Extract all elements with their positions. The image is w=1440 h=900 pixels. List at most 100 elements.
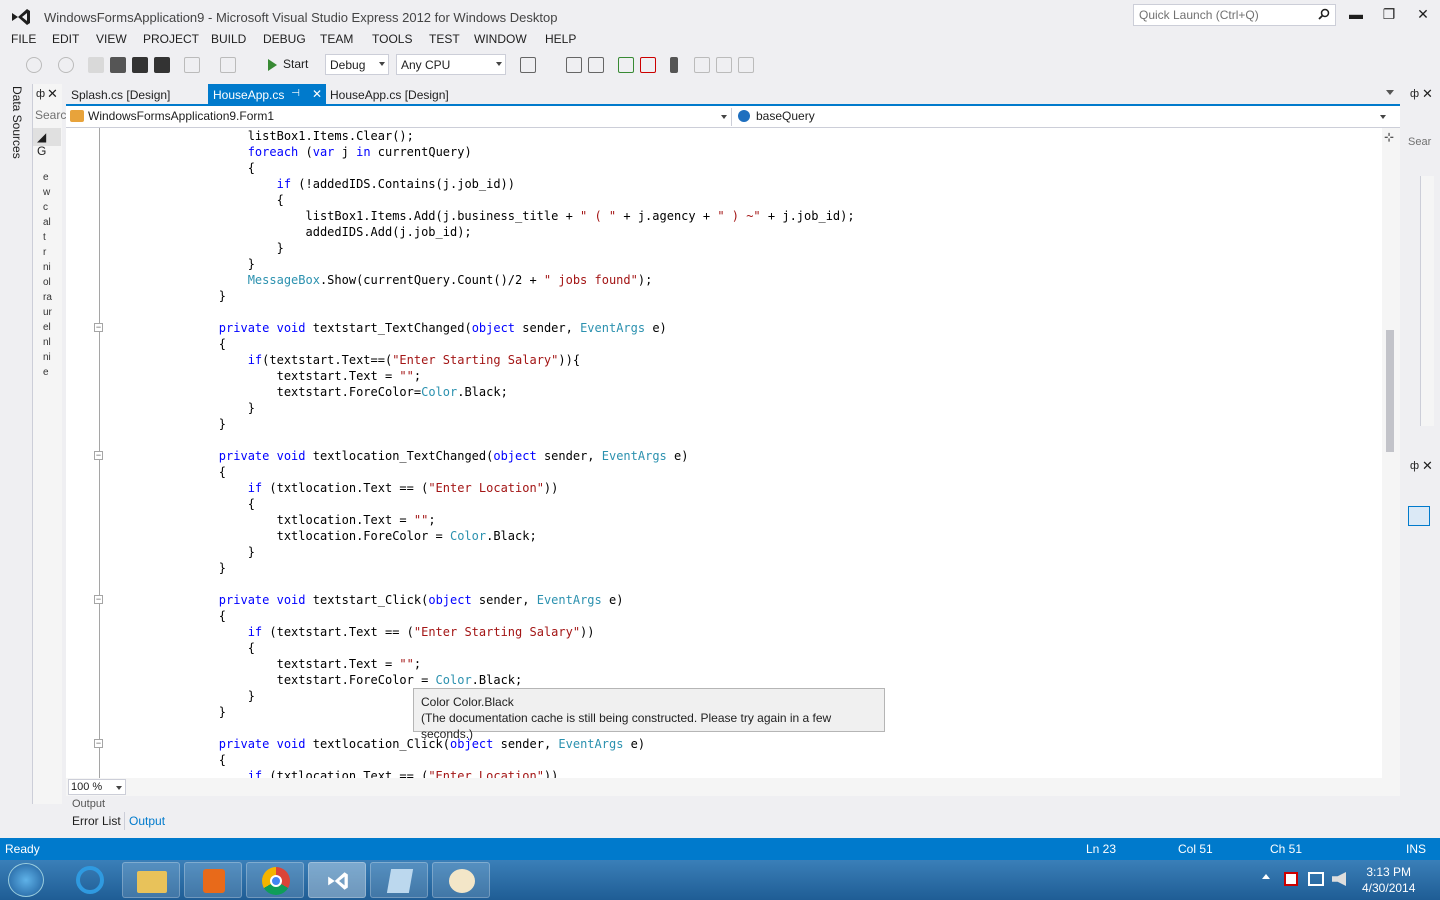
split-editor-icon[interactable]: ⊹ — [1384, 130, 1394, 144]
tab-houseapp-cs[interactable]: HouseApp.cs ⊣ ✕ — [208, 84, 326, 106]
status-ready: Ready — [5, 842, 40, 856]
list-item[interactable]: ra — [43, 290, 52, 305]
bottom-tool-tabs: Error List Output — [66, 812, 366, 832]
minimize-button[interactable]: ▬ — [1344, 6, 1368, 26]
navigate-back-icon[interactable] — [26, 57, 42, 73]
close-icon[interactable]: ✕ — [47, 86, 58, 102]
pin-icon[interactable]: ф — [1410, 88, 1419, 100]
menu-help[interactable]: HELP — [545, 32, 576, 46]
solution-platform-select[interactable]: Any CPU — [396, 54, 506, 75]
paint-icon[interactable] — [432, 862, 490, 898]
find-in-files-icon[interactable] — [520, 57, 536, 73]
solution-configuration-select[interactable]: Debug — [325, 54, 389, 75]
open-file-icon[interactable] — [110, 57, 126, 73]
list-item[interactable]: c — [43, 200, 52, 215]
bookmark-icon[interactable] — [670, 57, 678, 73]
quick-info-tooltip: Color Color.Black (The documentation cac… — [413, 688, 885, 741]
chevron-down-icon — [496, 62, 502, 66]
visual-studio-taskbar-icon[interactable] — [308, 862, 366, 898]
internet-explorer-icon[interactable] — [60, 862, 118, 898]
list-item[interactable]: w — [43, 185, 52, 200]
close-button[interactable]: ✕ — [1411, 6, 1435, 26]
tab-splash-design[interactable]: Splash.cs [Design] — [66, 84, 175, 106]
list-item[interactable]: ur — [43, 305, 52, 320]
vertical-scrollbar[interactable] — [1382, 128, 1400, 778]
list-item[interactable]: ni — [43, 350, 52, 365]
save-all-icon[interactable] — [154, 57, 170, 73]
undo-icon[interactable] — [184, 57, 200, 73]
list-item[interactable]: el — [43, 320, 52, 335]
navigate-forward-icon[interactable] — [58, 57, 74, 73]
clear-bookmarks-icon[interactable] — [738, 57, 754, 73]
start-icon[interactable] — [264, 57, 280, 73]
member-scope-select[interactable]: baseQuery — [734, 108, 1390, 126]
save-icon[interactable] — [132, 57, 148, 73]
list-item[interactable]: r — [43, 245, 52, 260]
list-item[interactable]: e — [43, 365, 52, 380]
step-into-icon[interactable] — [618, 57, 634, 73]
properties-icon[interactable] — [588, 57, 604, 73]
zoom-select[interactable]: 100 % — [68, 779, 126, 795]
new-project-icon[interactable] — [88, 57, 104, 73]
redo-icon[interactable] — [220, 57, 236, 73]
list-item[interactable]: ol — [43, 275, 52, 290]
menu-view[interactable]: VIEW — [96, 32, 127, 46]
menu-test[interactable]: TEST — [429, 32, 460, 46]
class-icon — [70, 110, 84, 122]
network-icon[interactable] — [1308, 872, 1324, 886]
start-orb-icon[interactable] — [8, 863, 44, 897]
properties-view-icon[interactable] — [1408, 506, 1430, 526]
collapse-icon[interactable]: − — [94, 739, 103, 748]
volume-icon[interactable] — [1332, 872, 1346, 886]
tab-error-list[interactable]: Error List — [68, 812, 125, 830]
collapse-icon[interactable]: − — [94, 451, 103, 460]
data-sources-search[interactable]: Searc — [35, 108, 66, 122]
close-tab-icon[interactable]: ✕ — [312, 87, 322, 101]
previous-bookmark-icon[interactable] — [694, 57, 710, 73]
collapse-icon[interactable]: − — [94, 595, 103, 604]
solution-explorer-icon[interactable] — [566, 57, 582, 73]
tab-overflow-icon[interactable] — [1386, 90, 1394, 95]
data-sources-tab[interactable]: Data Sources — [10, 86, 24, 159]
start-button[interactable]: Start — [283, 57, 308, 71]
vertical-scroll-thumb[interactable] — [1386, 330, 1394, 452]
notepad-icon[interactable] — [370, 862, 428, 898]
menu-tools[interactable]: TOOLS — [372, 32, 412, 46]
list-item[interactable]: ni — [43, 260, 52, 275]
list-item[interactable]: e — [43, 170, 52, 185]
close-icon[interactable]: ✕ — [1422, 458, 1433, 474]
close-icon[interactable]: ✕ — [1422, 86, 1433, 102]
code-editor[interactable]: − − − − listBox1.Items.Clear(); foreach … — [66, 128, 1382, 778]
menu-debug[interactable]: DEBUG — [263, 32, 306, 46]
class-scope-select[interactable]: WindowsFormsApplication9.Form1 — [66, 108, 732, 126]
right-panel-search[interactable]: Sear — [1408, 136, 1431, 148]
tab-houseapp-design[interactable]: HouseApp.cs [Design] — [325, 84, 454, 106]
restore-button[interactable]: ❐ — [1377, 6, 1401, 26]
menu-window[interactable]: WINDOW — [474, 32, 527, 46]
horizontal-scrollbar[interactable] — [66, 778, 1400, 796]
data-sources-group[interactable]: ◢ G — [33, 128, 61, 158]
show-hidden-icons[interactable] — [1262, 874, 1270, 879]
right-panel-scrollbar[interactable] — [1420, 176, 1434, 426]
step-out-icon[interactable] — [640, 57, 656, 73]
pin-icon[interactable]: ⊣ — [291, 88, 300, 99]
next-bookmark-icon[interactable] — [716, 57, 732, 73]
pin-icon[interactable]: ф — [36, 88, 45, 100]
list-item[interactable]: al — [43, 215, 52, 230]
menu-file[interactable]: FILE — [11, 32, 36, 46]
menu-build[interactable]: BUILD — [211, 32, 246, 46]
tab-output[interactable]: Output — [124, 812, 169, 830]
taskbar-clock[interactable]: 3:13 PM 4/30/2014 — [1362, 864, 1415, 896]
action-center-icon[interactable] — [1284, 872, 1298, 886]
menu-team[interactable]: TEAM — [320, 32, 353, 46]
media-player-icon[interactable] — [184, 862, 242, 898]
list-item[interactable]: t — [43, 230, 52, 245]
quick-launch-input[interactable]: Quick Launch (Ctrl+Q) — [1133, 4, 1336, 26]
file-explorer-icon[interactable] — [122, 862, 180, 898]
menu-edit[interactable]: EDIT — [52, 32, 79, 46]
pin-icon[interactable]: ф — [1410, 460, 1419, 472]
collapse-icon[interactable]: − — [94, 323, 103, 332]
list-item[interactable]: nl — [43, 335, 52, 350]
chrome-icon[interactable] — [246, 862, 304, 898]
menu-project[interactable]: PROJECT — [143, 32, 199, 46]
